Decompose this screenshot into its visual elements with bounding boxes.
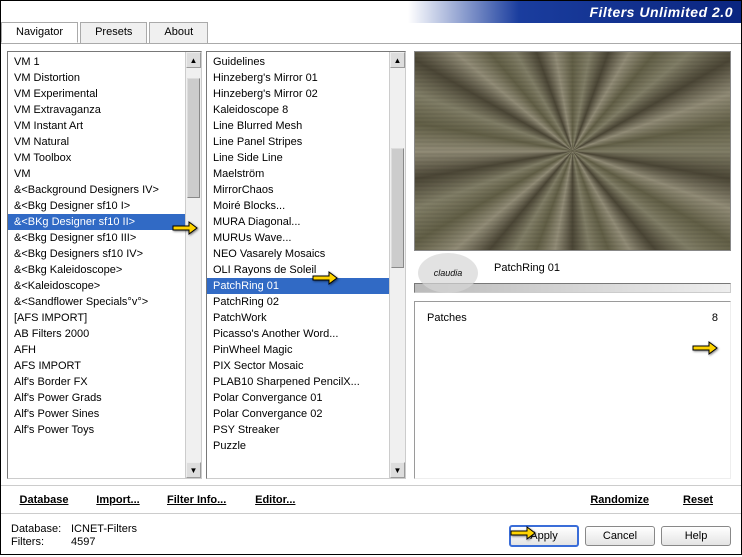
list-item[interactable]: VM Toolbox (8, 150, 185, 166)
apply-button[interactable]: Apply (509, 525, 579, 547)
title-bar: Filters Unlimited 2.0 (1, 1, 741, 23)
list-item[interactable]: VM (8, 166, 185, 182)
list-item[interactable]: AFS IMPORT (8, 358, 185, 374)
tab-strip: Navigator Presets About (1, 22, 741, 44)
status-db-value: ICNET-Filters (71, 523, 137, 535)
list-item[interactable]: VM Distortion (8, 70, 185, 86)
list-item[interactable]: Guidelines (207, 54, 389, 70)
list-item[interactable]: VM Experimental (8, 86, 185, 102)
parameter-area: Patches 8 (414, 301, 731, 479)
main-area: VM 1VM DistortionVM ExperimentalVM Extra… (1, 45, 741, 485)
help-button[interactable]: Help (661, 526, 731, 546)
list-item[interactable]: PatchWork (207, 310, 389, 326)
database-button[interactable]: Database (9, 492, 79, 508)
category-list: VM 1VM DistortionVM ExperimentalVM Extra… (7, 51, 202, 479)
scroll-track[interactable] (186, 68, 201, 462)
dialog-buttons: Apply Cancel Help (509, 525, 731, 547)
list-item[interactable]: &<Background Designers IV> (8, 182, 185, 198)
status-db-label: Database: (11, 523, 71, 535)
list-item[interactable]: AB Filters 2000 (8, 326, 185, 342)
scroll-down-icon[interactable]: ▼ (186, 462, 201, 478)
param-row[interactable]: Patches 8 (419, 310, 726, 326)
category-list-content[interactable]: VM 1VM DistortionVM ExperimentalVM Extra… (8, 52, 185, 478)
param-value: 8 (712, 312, 718, 324)
list-item[interactable]: &<Bkg Designer sf10 III> (8, 230, 185, 246)
list-item[interactable]: Moiré Blocks... (207, 198, 389, 214)
import-button[interactable]: Import... (83, 492, 153, 508)
param-label: Patches (427, 312, 467, 324)
scroll-up-icon[interactable]: ▲ (390, 52, 405, 68)
status-filters-value: 4597 (71, 536, 95, 548)
filter-info-button[interactable]: Filter Info... (157, 492, 236, 508)
scroll-track[interactable] (390, 68, 405, 462)
scroll-thumb[interactable] (187, 78, 200, 198)
list-item[interactable]: &<Bkg Designers sf10 IV> (8, 246, 185, 262)
preview-column: claudia PatchRing 01 Patches 8 (410, 51, 735, 479)
list-item[interactable]: PinWheel Magic (207, 342, 389, 358)
list-item[interactable]: Hinzeberg's Mirror 01 (207, 70, 389, 86)
status-bar: Database: ICNET-Filters Filters: 4597 Ap… (1, 513, 741, 557)
list-item[interactable]: PSY Streaker (207, 422, 389, 438)
status-info: Database: ICNET-Filters Filters: 4597 (11, 523, 137, 548)
list-item[interactable]: Kaleidoscope 8 (207, 102, 389, 118)
scroll-up-icon[interactable]: ▲ (186, 52, 201, 68)
randomize-button[interactable]: Randomize (580, 492, 659, 508)
list-item[interactable]: PLAB10 Sharpened PencilX... (207, 374, 389, 390)
list-item[interactable]: Alf's Power Sines (8, 406, 185, 422)
list-item[interactable]: PatchRing 01 (207, 278, 389, 294)
list-item[interactable]: VM Instant Art (8, 118, 185, 134)
list-item[interactable]: AFH (8, 342, 185, 358)
status-filters-label: Filters: (11, 536, 71, 548)
list-item[interactable]: Maelström (207, 166, 389, 182)
list-item[interactable]: &<Kaleidoscope> (8, 278, 185, 294)
list-item[interactable]: &<Sandflower Specials°v°> (8, 294, 185, 310)
filter-scrollbar[interactable]: ▲ ▼ (389, 52, 405, 478)
list-item[interactable]: Puzzle (207, 438, 389, 454)
list-item[interactable]: Polar Convergance 01 (207, 390, 389, 406)
list-item[interactable]: [AFS IMPORT] (8, 310, 185, 326)
filter-list-content[interactable]: GuidelinesHinzeberg's Mirror 01Hinzeberg… (207, 52, 389, 478)
watermark-stamp: claudia (418, 253, 478, 293)
filter-list: GuidelinesHinzeberg's Mirror 01Hinzeberg… (206, 51, 406, 479)
scroll-down-icon[interactable]: ▼ (390, 462, 405, 478)
list-item[interactable]: VM Natural (8, 134, 185, 150)
list-item[interactable]: Hinzeberg's Mirror 02 (207, 86, 389, 102)
toolbar: Database Import... Filter Info... Editor… (1, 485, 741, 513)
list-item[interactable]: VM Extravaganza (8, 102, 185, 118)
list-item[interactable]: PatchRing 02 (207, 294, 389, 310)
scroll-thumb[interactable] (391, 148, 404, 268)
list-item[interactable]: NEO Vasarely Mosaics (207, 246, 389, 262)
list-item[interactable]: Line Side Line (207, 150, 389, 166)
tab-presets[interactable]: Presets (80, 22, 147, 43)
list-item[interactable]: Alf's Power Toys (8, 422, 185, 438)
list-item[interactable]: Polar Convergance 02 (207, 406, 389, 422)
list-item[interactable]: VM 1 (8, 54, 185, 70)
list-item[interactable]: Picasso's Another Word... (207, 326, 389, 342)
list-item[interactable]: Alf's Border FX (8, 374, 185, 390)
cancel-button[interactable]: Cancel (585, 526, 655, 546)
list-item[interactable]: Line Blurred Mesh (207, 118, 389, 134)
list-item[interactable]: Line Panel Stripes (207, 134, 389, 150)
list-item[interactable]: MURA Diagonal... (207, 214, 389, 230)
list-item[interactable]: MirrorChaos (207, 182, 389, 198)
list-item[interactable]: MURUs Wave... (207, 230, 389, 246)
app-title: Filters Unlimited 2.0 (589, 4, 733, 20)
list-item[interactable]: &<BKg Designer sf10 II> (8, 214, 185, 230)
editor-button[interactable]: Editor... (240, 492, 310, 508)
reset-button[interactable]: Reset (663, 492, 733, 508)
list-item[interactable]: Alf's Power Grads (8, 390, 185, 406)
list-item[interactable]: &<Bkg Designer sf10 I> (8, 198, 185, 214)
list-item[interactable]: OLI Rayons de Soleil (207, 262, 389, 278)
preview-image (414, 51, 731, 251)
list-item[interactable]: &<Bkg Kaleidoscope> (8, 262, 185, 278)
tab-navigator[interactable]: Navigator (1, 22, 78, 43)
tab-about[interactable]: About (149, 22, 208, 43)
list-item[interactable]: PIX Sector Mosaic (207, 358, 389, 374)
category-scrollbar[interactable]: ▲ ▼ (185, 52, 201, 478)
